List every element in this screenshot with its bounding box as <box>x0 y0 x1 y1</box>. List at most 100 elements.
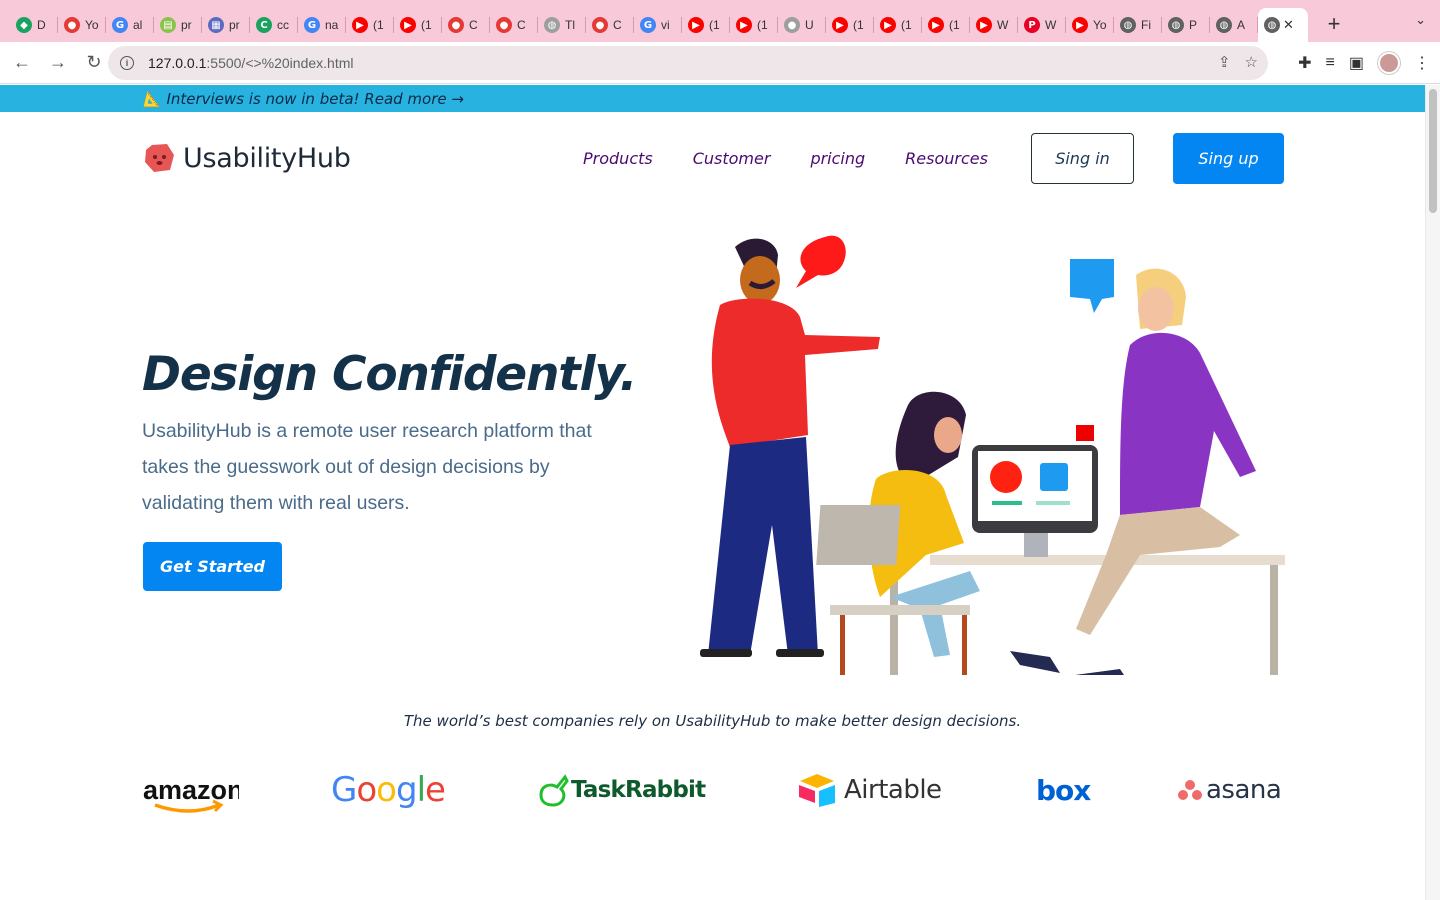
scrollbar-thumb[interactable] <box>1429 89 1437 213</box>
google-icon: G <box>112 17 128 33</box>
get-started-button[interactable]: Get Started <box>143 542 282 591</box>
browser-tab[interactable]: ● Yo <box>58 8 106 42</box>
browser-tab[interactable]: ▤ pr <box>154 8 202 42</box>
browser-tab[interactable]: ● C <box>490 8 538 42</box>
tab-title: C <box>613 18 622 32</box>
browser-tab[interactable]: ● C <box>442 8 490 42</box>
github-icon: ● <box>784 17 800 33</box>
browser-tab[interactable]: ◍ Tl <box>538 8 586 42</box>
media-control-icon[interactable]: ≡ <box>1326 54 1335 72</box>
tab-title: Yo <box>1093 18 1107 32</box>
tab-title: pr <box>181 18 192 32</box>
asana-wordmark: asana <box>1206 775 1282 805</box>
logo-text: UsabilityHub <box>183 142 351 174</box>
browser-tab[interactable]: ▶ (1 <box>922 8 970 42</box>
tab-title: P <box>1189 18 1198 32</box>
tab-title: (1 <box>757 18 768 32</box>
url-path: :5500/<>%20index.html <box>206 55 354 71</box>
browser-tab[interactable]: ▶ Yo <box>1066 8 1114 42</box>
browser-tab[interactable]: ▶ (1 <box>826 8 874 42</box>
reload-icon[interactable]: ↻ <box>78 47 110 79</box>
menu-customer[interactable]: Customer <box>693 149 771 168</box>
youtube-icon: ▶ <box>688 17 704 33</box>
menu-products[interactable]: Products <box>583 149 653 168</box>
browser-tab[interactable]: ◍ A <box>1210 8 1258 42</box>
sign-in-button[interactable]: Sing in <box>1031 132 1134 184</box>
tab-title: C <box>469 18 478 32</box>
browser-tab[interactable]: Gvi <box>634 8 682 42</box>
browser-tab[interactable]: ▶ (1 <box>394 8 442 42</box>
address-bar[interactable]: i 127.0.0.1:5500/<>%20index.html ⇪ ☆ <box>108 46 1268 80</box>
profile-avatar[interactable] <box>1378 52 1400 74</box>
cube-icon: ◆ <box>16 17 32 33</box>
tab-title: pr <box>229 18 240 32</box>
tab-title: al <box>133 18 143 32</box>
browser-tab[interactable]: ◍ P <box>1162 8 1210 42</box>
google-icon: G <box>640 17 656 33</box>
beta-banner[interactable]: 📐 Interviews is now in beta! Read more → <box>0 85 1425 112</box>
browser-tab[interactable]: ◆ D <box>10 8 58 42</box>
browser-tab[interactable]: Gal <box>106 8 154 42</box>
tab-title: A <box>1237 18 1246 32</box>
active-tab[interactable]: ◍ ✕ <box>1258 8 1308 42</box>
forward-icon[interactable]: → <box>42 47 74 79</box>
globe-icon: ◍ <box>1216 17 1232 33</box>
new-tab-button[interactable]: + <box>1320 10 1348 38</box>
browser-tab[interactable]: ▶ (1 <box>730 8 778 42</box>
blue-speech-bubble-icon <box>1070 259 1114 313</box>
tab-search-chevron-icon[interactable]: ⌄ <box>1415 12 1426 28</box>
asana-dots-icon <box>1178 780 1202 800</box>
browser-tab[interactable]: ▶ W <box>970 8 1018 42</box>
tab-title: (1 <box>901 18 912 32</box>
hero-illustration <box>700 235 1285 675</box>
site-logo[interactable]: UsabilityHub <box>143 143 351 174</box>
hub-icon: ● <box>496 17 512 33</box>
tab-title: W <box>997 18 1009 32</box>
side-panel-icon[interactable]: ▣ <box>1349 53 1364 73</box>
browser-tab[interactable]: ▦ pr <box>202 8 250 42</box>
tab-title: Tl <box>565 18 575 32</box>
banner-text[interactable]: 📐 Interviews is now in beta! Read more → <box>143 90 464 108</box>
globe-icon: ◍ <box>544 17 560 33</box>
browser-tab-strip: ◆ D ● Yo Gal ▤ pr ▦ pr Ccc Gna ▶ (1 ▶ (1 ● C ● C ◍ Tl ● C Gvi ▶(… <box>0 0 1440 42</box>
browser-tab[interactable]: Ccc <box>250 8 298 42</box>
tab-title: na <box>325 18 339 32</box>
youtube-icon: ▶ <box>832 17 848 33</box>
amazon-wordmark: amazon <box>143 775 239 805</box>
browser-tab[interactable]: Gna <box>298 8 346 42</box>
browser-tab[interactable]: ◍ Fi <box>1114 8 1162 42</box>
hub-icon: ● <box>592 17 608 33</box>
youtube-icon: ▶ <box>880 17 896 33</box>
browser-tab[interactable]: ● C <box>586 8 634 42</box>
browser-tab[interactable]: ▶ (1 <box>346 8 394 42</box>
tab-title: vi <box>661 18 670 32</box>
amazon-logo: amazon <box>143 767 239 817</box>
extensions-puzzle-icon[interactable]: ✚ <box>1298 53 1311 73</box>
airtable-icon <box>799 774 835 807</box>
sign-up-button[interactable]: Sing up <box>1173 132 1284 184</box>
menu-pricing[interactable]: pricing <box>810 149 865 168</box>
back-icon[interactable]: ← <box>6 47 38 79</box>
box-logo: box <box>1036 765 1091 815</box>
menu-resources[interactable]: Resources <box>905 149 988 168</box>
page-scrollbar[interactable] <box>1425 85 1440 900</box>
url-host: 127.0.0.1 <box>148 55 207 71</box>
close-tab-icon[interactable]: ✕ <box>1283 17 1294 33</box>
google-logo: Google <box>331 765 446 815</box>
site-info-icon[interactable]: i <box>120 56 134 70</box>
url-text[interactable]: 127.0.0.1:5500/<>%20index.html <box>148 55 354 71</box>
browser-tab[interactable]: ● U <box>778 8 826 42</box>
youtube-icon: ▶ <box>976 17 992 33</box>
bookmark-star-icon[interactable]: ☆ <box>1245 53 1258 71</box>
browser-tab[interactable]: PW <box>1018 8 1066 42</box>
tab-title: (1 <box>949 18 960 32</box>
browser-tab[interactable]: ▶ (1 <box>874 8 922 42</box>
tab-title: D <box>37 18 46 32</box>
share-icon[interactable]: ⇪ <box>1218 53 1231 71</box>
browser-menu-icon[interactable]: ⋮ <box>1414 53 1430 73</box>
red-speech-bubble-icon <box>796 235 846 288</box>
web-page: 📐 Interviews is now in beta! Read more →… <box>0 85 1425 900</box>
browser-tab[interactable]: ▶ (1 <box>682 8 730 42</box>
tab-title: cc <box>277 18 289 32</box>
asana-logo: asana <box>1178 765 1282 815</box>
